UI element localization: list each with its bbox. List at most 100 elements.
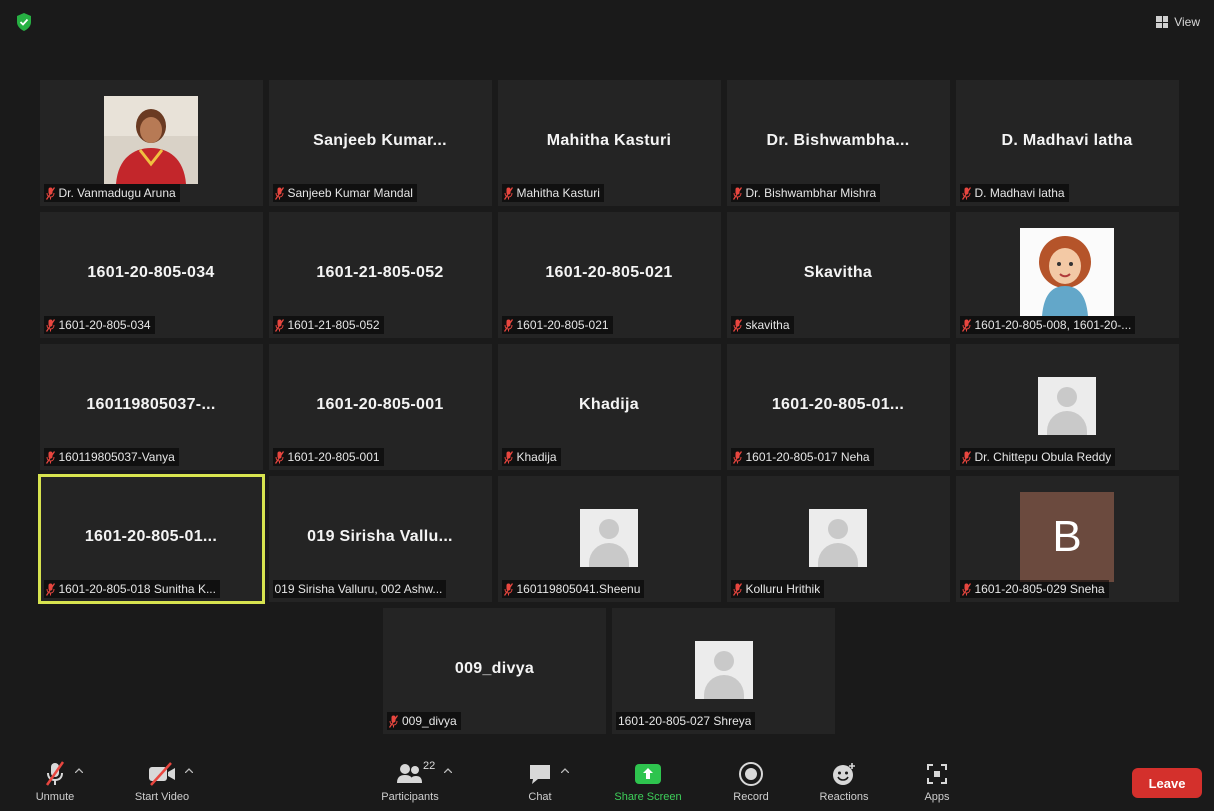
participant-display-name: 009_divya: [454, 660, 535, 678]
reactions-button[interactable]: Reactions: [799, 759, 889, 803]
smiley-reaction-icon: [833, 763, 855, 785]
participant-cartoon-avatar: [1020, 228, 1114, 316]
participant-name-label: 1601-20-805-029 Sneha: [974, 582, 1105, 596]
participant-tile[interactable]: Dr. Vanmadugu Aruna: [39, 80, 263, 206]
top-bar: View: [0, 0, 1214, 44]
participant-tile[interactable]: 1601-20-805-008, 1601-20-...: [955, 212, 1179, 338]
muted-microphone-icon: [503, 186, 513, 200]
participants-icon: [397, 764, 422, 783]
muted-microphone-icon: [45, 761, 65, 786]
muted-microphone-icon: [732, 186, 742, 200]
participant-tile[interactable]: 1601-20-805-01... 1601-20-805-017 Neha: [726, 344, 950, 470]
participant-display-name: 1601-20-805-01...: [771, 396, 905, 414]
muted-microphone-icon: [732, 318, 742, 332]
participant-tile[interactable]: Dr. Bishwambha... Dr. Bishwambhar Mishra: [726, 80, 950, 206]
participant-tile[interactable]: 1601-21-805-052 1601-21-805-052: [268, 212, 492, 338]
gallery-row: 1601-20-805-034 1601-20-805-034 1601-21-80…: [37, 212, 1181, 338]
default-avatar-icon: [1038, 377, 1096, 435]
participant-tile[interactable]: Dr. Chittepu Obula Reddy: [955, 344, 1179, 470]
participant-tile[interactable]: B 1601-20-805-029 Sneha: [955, 476, 1179, 602]
muted-microphone-icon: [45, 318, 55, 332]
chevron-up-icon[interactable]: [444, 768, 452, 773]
participant-tile[interactable]: Khadija Khadija: [497, 344, 721, 470]
muted-microphone-icon: [961, 582, 971, 596]
participant-tile[interactable]: Skavitha skavitha: [726, 212, 950, 338]
muted-microphone-icon: [961, 450, 971, 464]
participant-name-caption: 1601-20-805-008, 1601-20-...: [959, 316, 1136, 334]
participant-tile[interactable]: 019 Sirisha Vallu... 019 Sirisha Valluru,…: [268, 476, 492, 602]
muted-microphone-icon: [274, 450, 284, 464]
participants-button[interactable]: 22 Participants: [365, 759, 455, 803]
participants-label: Participants: [381, 791, 439, 803]
gallery-row: 009_divya 009_divya 1601-20-805-027 Shreya: [37, 608, 1181, 734]
participant-display-name: Khadija: [579, 396, 639, 414]
participant-name-label: 1601-20-805-017 Neha: [745, 450, 870, 464]
participant-tile[interactable]: D. Madhavi latha D. Madhavi latha: [955, 80, 1179, 206]
participant-name-label: 1601-20-805-027 Shreya: [618, 714, 752, 728]
participant-name-caption: 1601-20-805-017 Neha: [730, 448, 874, 466]
apps-button[interactable]: Apps: [892, 759, 982, 803]
unmute-label: Unmute: [35, 791, 75, 803]
participant-name-caption: 1601-20-805-001: [272, 448, 384, 466]
participant-name-label: 1601-20-805-021: [516, 318, 609, 332]
participant-name-caption: 1601-20-805-034: [43, 316, 155, 334]
chevron-up-icon[interactable]: [185, 768, 193, 773]
record-button[interactable]: Record: [706, 759, 796, 803]
participant-display-name: 1601-20-805-01...: [84, 528, 218, 546]
participant-tile[interactable]: 1601-20-805-001 1601-20-805-001: [268, 344, 492, 470]
participant-name-label: 009_divya: [402, 714, 457, 728]
participant-tile[interactable]: Kolluru Hrithik: [726, 476, 950, 602]
chat-bubble-icon: [530, 765, 550, 784]
participant-name-label: 160119805041.Sheenu: [516, 582, 641, 596]
participant-name-caption: Dr. Chittepu Obula Reddy: [959, 448, 1116, 466]
share-screen-label: Share Screen: [614, 791, 682, 803]
participant-name-label: Khadija: [516, 450, 557, 464]
gallery-row: Dr. Vanmadugu Aruna Sanjeeb Kumar... Sanje…: [37, 80, 1181, 206]
participant-display-name: 1601-21-805-052: [316, 264, 444, 282]
chevron-up-icon[interactable]: [75, 768, 83, 773]
participant-tile[interactable]: 1601-20-805-027 Shreya: [612, 608, 835, 734]
participant-tile[interactable]: 160119805041.Sheenu: [497, 476, 721, 602]
chat-button[interactable]: Chat: [495, 759, 585, 803]
start-video-button[interactable]: Start Video: [117, 759, 207, 803]
apps-icon: [927, 764, 947, 784]
letter-avatar: B: [1020, 492, 1114, 582]
security-shield-icon[interactable]: [15, 12, 33, 32]
participant-name-caption: D. Madhavi latha: [959, 184, 1069, 202]
participant-name-label: skavitha: [745, 318, 790, 332]
muted-microphone-icon: [961, 318, 971, 332]
grid-view-icon: [1156, 16, 1169, 28]
participant-tile[interactable]: 009_divya 009_divya: [383, 608, 606, 734]
record-label: Record: [733, 791, 769, 803]
participant-tile[interactable]: Mahitha Kasturi Mahitha Kasturi: [497, 80, 721, 206]
video-off-icon: [149, 762, 175, 786]
participant-name-label: 1601-20-805-034: [58, 318, 151, 332]
participant-name-label: D. Madhavi latha: [974, 186, 1065, 200]
participant-name-caption: 160119805037-Vanya: [43, 448, 179, 466]
unmute-button[interactable]: Unmute: [10, 759, 100, 803]
view-button[interactable]: View: [1156, 12, 1200, 32]
participant-name-caption: 1601-20-805-027 Shreya: [616, 712, 756, 730]
participant-name-caption: Khadija: [501, 448, 561, 466]
participant-tile[interactable]: 1601-20-805-01... 1601-20-805-018 Sunitha…: [37, 474, 265, 604]
participant-name-caption: 1601-20-805-018 Sunitha K...: [43, 580, 220, 598]
participant-tile[interactable]: Sanjeeb Kumar... Sanjeeb Kumar Mandal: [268, 80, 492, 206]
muted-microphone-icon: [732, 450, 742, 464]
reactions-label: Reactions: [819, 791, 869, 803]
muted-microphone-icon: [45, 450, 55, 464]
leave-button[interactable]: Leave: [1132, 768, 1202, 798]
participant-name-caption: 009_divya: [387, 712, 461, 730]
participant-display-name: Mahitha Kasturi: [546, 132, 672, 150]
participant-name-caption: Mahitha Kasturi: [501, 184, 604, 202]
participant-tile[interactable]: 1601-20-805-021 1601-20-805-021: [497, 212, 721, 338]
participant-tile[interactable]: 160119805037-... 160119805037-Vanya: [39, 344, 263, 470]
chat-label: Chat: [528, 791, 552, 803]
muted-microphone-icon: [503, 450, 513, 464]
participant-tile[interactable]: 1601-20-805-034 1601-20-805-034: [39, 212, 263, 338]
muted-microphone-icon: [503, 318, 513, 332]
gallery-row: 1601-20-805-01... 1601-20-805-018 Sunitha…: [37, 474, 1181, 604]
chevron-up-icon[interactable]: [561, 768, 569, 773]
participant-name-label: Mahitha Kasturi: [516, 186, 600, 200]
muted-microphone-icon: [503, 582, 513, 596]
share-screen-button[interactable]: Share Screen: [603, 759, 693, 803]
